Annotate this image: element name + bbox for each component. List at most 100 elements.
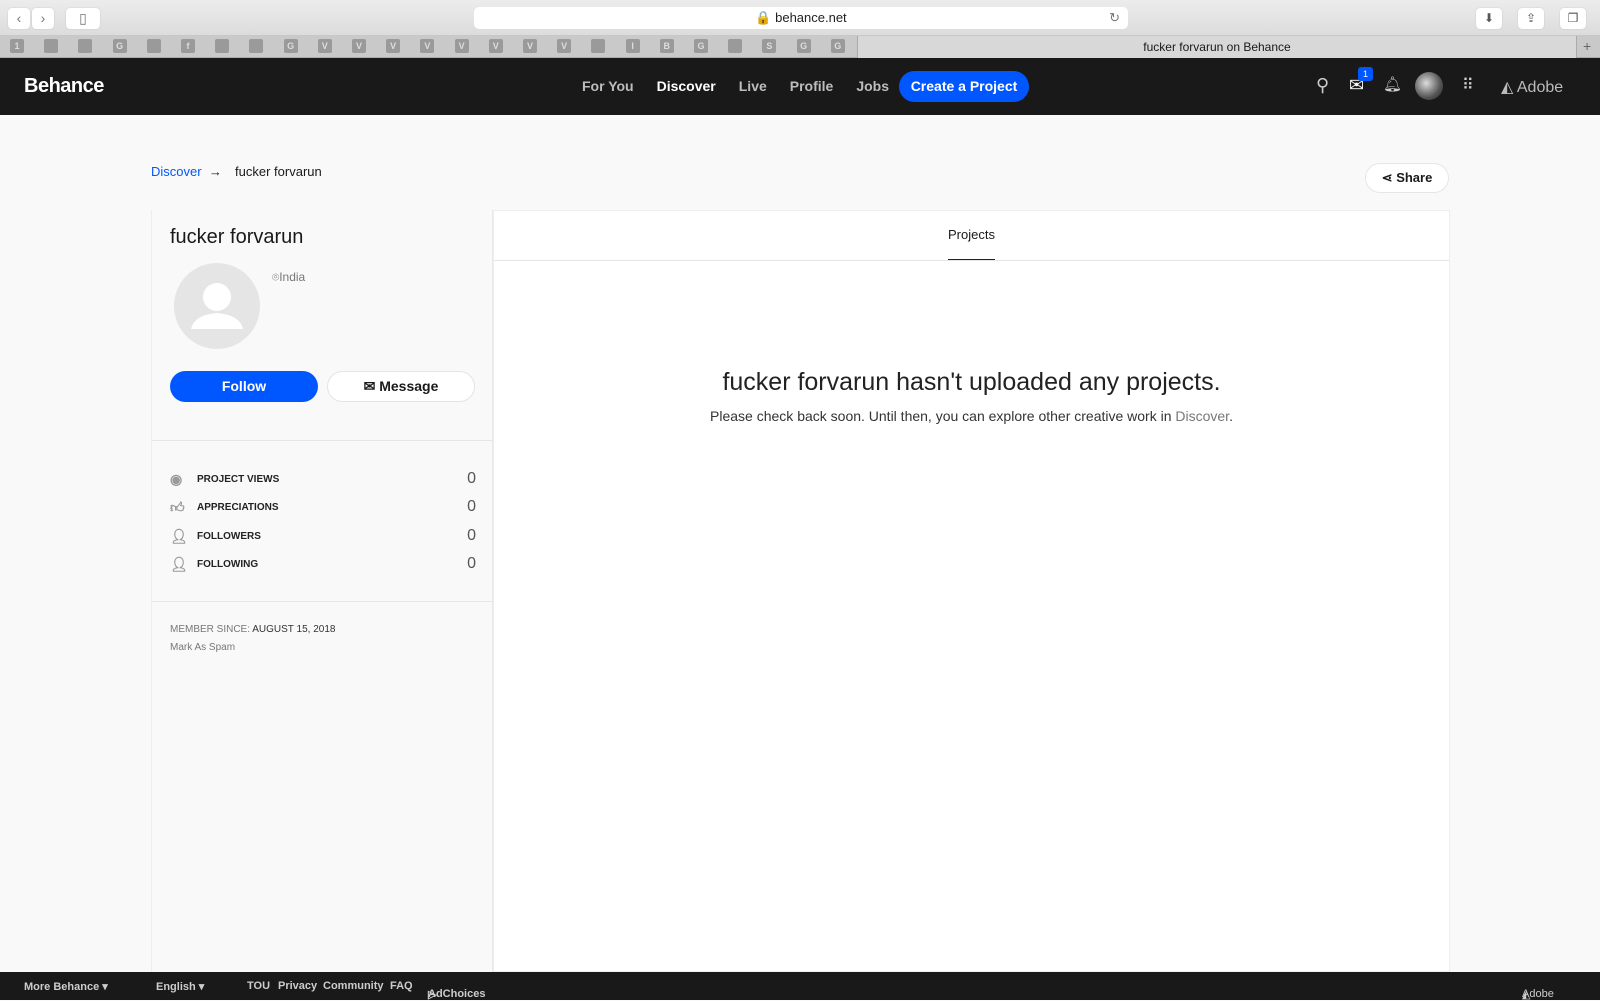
footer-privacy[interactable]: Privacy [278,980,317,992]
bookmark-favicon[interactable]: V [317,39,332,53]
main-nav: For You Discover Live Profile Jobs [582,78,889,94]
profile-location: ⌾India [272,270,305,285]
followers-icon: 👤︎ [170,527,188,544]
user-avatar[interactable] [1415,72,1443,100]
reload-icon[interactable]: ↻ [1109,7,1120,29]
bell-icon[interactable]: 🔔︎ [1383,75,1402,93]
bookmark-favicon[interactable]: I [625,39,640,53]
location-text: India [279,270,306,284]
bookmark-favicon[interactable]: V [420,39,435,53]
bookmark-favicon[interactable]: G [796,39,811,53]
stat-label: APPRECIATIONS [197,501,279,513]
bookmark-favicon[interactable]: V [386,39,401,53]
bookmark-favicon[interactable] [78,39,93,53]
arrow-icon: → [208,164,222,179]
footer-tou[interactable]: TOU [247,980,270,992]
bookmark-favicon[interactable] [146,39,161,53]
stat-value: 0 [467,498,476,515]
adobe-logo-icon: ◭ [1501,79,1514,96]
bookmark-favicon[interactable] [249,39,264,53]
forward-button[interactable]: › [32,8,54,29]
stat-label: FOLLOWERS [197,530,261,542]
apps-grid-icon[interactable]: ⠿ [1462,75,1474,95]
nav-for-you[interactable]: For You [582,78,634,94]
active-tab[interactable]: fucker forvarun on Behance [857,36,1577,58]
stat-appreciations: 👍︎ APPRECIATIONS 0 [170,497,476,517]
bookmark-favicon[interactable]: V [454,39,469,53]
thumbs-up-icon: 👍︎ [170,498,185,515]
member-since: MEMBER SINCE: AUGUST 15, 2018 [170,624,335,635]
profile-avatar [174,263,260,349]
breadcrumb: Discover → fucker forvarun [151,164,322,179]
stat-label: FOLLOWING [197,558,259,570]
profile-name: fucker forvarun [170,226,304,248]
bookmark-favicon[interactable] [591,39,606,53]
bookmark-favicon[interactable]: V [488,39,503,53]
share-label: Share [1396,170,1433,185]
nav-jobs[interactable]: Jobs [856,78,889,94]
mark-as-spam-link[interactable]: Mark As Spam [170,642,235,653]
downloads-button[interactable]: ⬇ [1476,8,1502,29]
language-dropdown[interactable]: English ▾ [156,980,204,993]
adobe-link[interactable]: ◭ Adobe [1501,77,1563,97]
stat-followers[interactable]: 👤︎ FOLLOWERS 0 [170,526,476,546]
new-tab-button[interactable]: + [1583,38,1591,54]
share-button[interactable]: ⋖ Share [1365,163,1449,193]
member-since-label: MEMBER SINCE: [170,624,251,635]
bookmark-favicon[interactable]: V [523,39,537,53]
bookmark-favicon[interactable] [215,39,230,53]
message-label: Message [379,378,439,394]
bookmark-favicon[interactable]: B [659,39,674,53]
bookmark-favicon[interactable]: G [112,39,127,53]
following-icon: 👤︎ [170,555,188,572]
projects-panel: Projects fucker forvarun hasn't uploaded… [493,210,1450,972]
bookmark-favicon[interactable] [728,39,743,53]
stat-value: 0 [467,470,476,487]
share-icon: ⋖ [1381,170,1393,185]
divider [152,440,494,441]
follow-button[interactable]: Follow [170,371,318,402]
empty-state-text: Please check back soon. Until then, you … [494,408,1449,424]
stat-following[interactable]: 👤︎ FOLLOWING 0 [170,554,476,574]
discover-link[interactable]: Discover [1175,408,1229,424]
bookmark-favicon[interactable] [44,39,59,53]
back-button[interactable]: ‹ [8,8,30,29]
bookmark-favicon[interactable]: V [557,39,572,53]
tabs-overview-button[interactable]: ❐ [1560,8,1586,29]
notification-badge: 1 [1358,67,1373,81]
footer-community[interactable]: Community [323,980,384,992]
tab-bar: fucker forvarun on Behance + 1 Gf G V V V V V V V… [0,36,1600,58]
footer-adobe-text: Adobe [1522,988,1554,1000]
bookmark-favicon[interactable]: f [181,39,195,53]
empty-end: . [1229,408,1233,424]
sidebar-toggle-button[interactable]: ▯ [66,8,100,29]
bookmark-favicon[interactable]: G [283,39,298,53]
tab-projects[interactable]: Projects [948,227,995,260]
empty-text: Please check back soon. Until then, you … [710,408,1176,424]
bookmark-favicon[interactable]: S [762,39,777,53]
stat-label: PROJECT VIEWS [197,473,280,485]
bookmark-favicon[interactable]: G [694,39,708,53]
nav-live[interactable]: Live [739,78,767,94]
behance-logo[interactable]: Behance [24,75,104,98]
footer-faq[interactable]: FAQ [390,980,413,992]
bookmark-favicon[interactable]: V [352,39,366,53]
nav-profile[interactable]: Profile [790,78,834,94]
member-since-date: AUGUST 15, 2018 [252,624,336,635]
profile-sidebar: fucker forvarun ⌾India Follow ✉ Message … [151,210,494,972]
more-behance-dropdown[interactable]: More Behance ▾ [24,980,108,993]
stat-project-views: ◉ PROJECT VIEWS 0 [170,469,476,489]
address-bar[interactable]: 🔒 behance.net ↻ [474,7,1128,29]
stat-value: 0 [467,555,476,572]
breadcrumb-discover[interactable]: Discover [151,164,202,179]
create-project-button[interactable]: Create a Project [899,71,1029,102]
bookmark-favicon[interactable]: 1 [10,39,24,53]
stat-value: 0 [467,527,476,544]
bookmark-favicon[interactable]: G [830,39,845,53]
share-browser-button[interactable]: ⇪ [1518,8,1544,29]
adobe-text: Adobe [1516,79,1564,96]
site-header: Behance For You Discover Live Profile Jo… [0,58,1600,115]
search-icon[interactable]: ⚲ [1316,75,1329,96]
nav-discover[interactable]: Discover [657,78,716,94]
message-button[interactable]: ✉ Message [327,371,475,402]
